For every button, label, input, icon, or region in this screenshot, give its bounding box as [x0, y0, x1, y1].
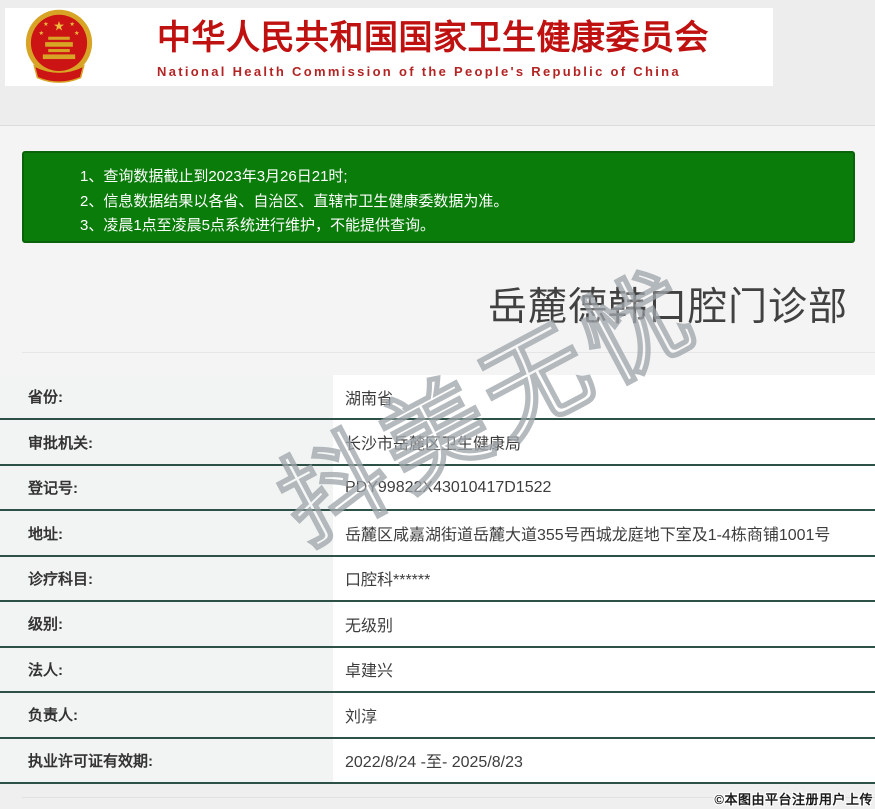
field-label: 省份: [0, 375, 333, 419]
institution-info-table: 省份: 湖南省 审批机关: 长沙市岳麓区卫生健康局 登记号: PDY99822X… [0, 375, 875, 784]
field-label: 负责人: [0, 693, 333, 737]
table-row-license-validity: 执业许可证有效期: 2022/8/24 -至- 2025/8/23 [0, 738, 875, 784]
notice-item-2: 2、信息数据结果以各省、自治区、直辖市卫生健康委数据为准。 [80, 192, 509, 210]
query-notice-box: 1、查询数据截止到2023年3月26日21时; 2、信息数据结果以各省、自治区、… [22, 151, 855, 243]
field-label: 地址: [0, 511, 333, 555]
table-row-approval-authority: 审批机关: 长沙市岳麓区卫生健康局 [0, 420, 875, 466]
svg-text:★: ★ [53, 19, 65, 34]
table-row-person-in-charge: 负责人: 刘淳 [0, 693, 875, 739]
field-value: 湖南省 [333, 375, 875, 419]
svg-text:★: ★ [39, 30, 45, 37]
notice-item-1: 1、查询数据截止到2023年3月26日21时; [80, 168, 348, 185]
site-title-chinese: 中华人民共和国国家卫生健康委员会 [157, 19, 709, 57]
upload-attribution-stamp: ©本图由平台注册用户上传 [714, 792, 873, 807]
field-value: 长沙市岳麓区卫生健康局 [333, 420, 875, 464]
field-label: 法人: [0, 647, 333, 692]
page-footer: ©本图由平台注册用户上传 [0, 784, 875, 809]
field-value: PDY99822X43010417D1522 [333, 465, 875, 510]
site-title-english: National Health Commission of the People… [157, 63, 681, 79]
table-row-level: 级别: 无级别 [0, 602, 875, 648]
field-value: 无级别 [333, 602, 875, 646]
field-value: 卓建兴 [333, 647, 875, 692]
table-row-legal-person: 法人: 卓建兴 [0, 647, 875, 694]
svg-text:★: ★ [69, 21, 75, 28]
table-row-registration-number: 登记号: PDY99822X43010417D1522 [0, 465, 875, 512]
field-label: 级别: [0, 602, 333, 646]
field-value: 口腔科****** [333, 556, 875, 601]
table-row-treatment-subjects: 诊疗科目: 口腔科****** [0, 556, 875, 603]
table-row-province: 省份: 湖南省 [0, 375, 875, 421]
title-divider [22, 352, 875, 353]
notice-item-3: 3、凌晨1点至凌晨5点系统进行维护，不能提供查询。 [80, 217, 436, 234]
site-title-block: 中华人民共和国国家卫生健康委员会 National Health Commiss… [157, 17, 709, 79]
field-value: 刘淳 [333, 693, 875, 737]
institution-name-title: 岳麓德韩口腔门诊部 [487, 286, 848, 329]
field-value: 岳麓区咸嘉湖街道岳麓大道355号西城龙庭地下室及1-4栋商铺1001号 [333, 511, 875, 555]
field-label: 审批机关: [0, 420, 333, 464]
svg-text:★: ★ [43, 21, 49, 28]
field-label: 诊疗科目: [0, 556, 333, 601]
table-row-address: 地址: 岳麓区咸嘉湖街道岳麓大道355号西城龙庭地下室及1-4栋商铺1001号 [0, 511, 875, 557]
china-national-emblem-icon: ★ ★ ★ ★ ★ [25, 9, 93, 83]
field-label: 执业许可证有效期: [0, 738, 333, 782]
query-result-page: ★ ★ ★ ★ ★ 中华人民共和国国家卫生健康委员会 National Heal… [0, 0, 875, 809]
field-label: 登记号: [0, 465, 333, 510]
svg-text:★: ★ [74, 30, 80, 37]
site-header-banner: ★ ★ ★ ★ ★ 中华人民共和国国家卫生健康委员会 National Heal… [5, 8, 773, 86]
field-value: 2022/8/24 -至- 2025/8/23 [333, 738, 875, 782]
